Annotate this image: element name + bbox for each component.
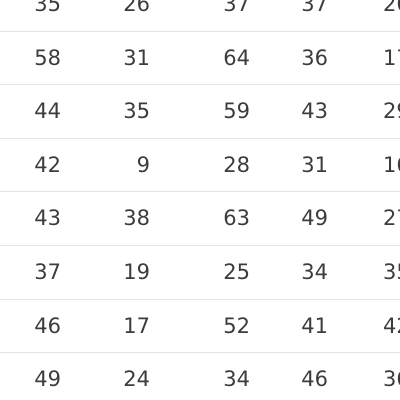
table-cell: 46 [301, 367, 328, 392]
table-cell: 37 [223, 0, 250, 16]
table-cell: 63 [223, 206, 250, 231]
table-cell: 42 [383, 313, 400, 338]
table-cell: 46 [34, 313, 61, 338]
table-cell: 38 [123, 206, 150, 231]
table-viewport[interactable]: 3526373726583164361744355943294292831164… [0, 0, 400, 400]
table-row: 43 38 63 49 27 [0, 192, 400, 246]
table-cell: 31 [301, 152, 328, 177]
table-row: 42 9 28 31 16 [0, 139, 400, 193]
table-cell: 24 [123, 367, 150, 392]
table-row: 35 26 37 37 26 [0, 0, 400, 32]
table-cell: 41 [301, 313, 328, 338]
table-cell: 52 [223, 313, 250, 338]
table-row: 37 19 25 34 35 [0, 246, 400, 300]
table-cell: 26 [123, 0, 150, 16]
table-cell: 49 [301, 206, 328, 231]
table-cell: 43 [301, 99, 328, 124]
table-cell: 25 [223, 259, 250, 284]
table-cell: 27 [383, 206, 400, 231]
table-row: 49 24 34 46 36 [0, 353, 400, 400]
table-cell: 16 [383, 152, 400, 177]
table-cell: 35 [123, 99, 150, 124]
table-cell: 19 [123, 259, 150, 284]
table-cell: 42 [34, 152, 61, 177]
table-cell: 17 [383, 45, 400, 70]
table-cell: 49 [34, 367, 61, 392]
table-cell: 44 [34, 99, 61, 124]
table-row: 46 17 52 41 42 [0, 300, 400, 354]
table-cell: 17 [123, 313, 150, 338]
table-cell: 43 [34, 206, 61, 231]
table-cell: 37 [34, 259, 61, 284]
table-cell: 26 [383, 0, 400, 16]
table-cell: 58 [34, 45, 61, 70]
table-cell: 28 [223, 152, 250, 177]
table-cell: 36 [301, 45, 328, 70]
table-cell: 36 [383, 367, 400, 392]
table-cell: 64 [223, 45, 250, 70]
table-cell: 34 [223, 367, 250, 392]
table-cell: 37 [301, 0, 328, 16]
table-cell: 35 [34, 0, 61, 16]
table-cell: 34 [301, 259, 328, 284]
table-cell: 9 [136, 152, 150, 177]
table-cell: 31 [123, 45, 150, 70]
table-cell: 29 [383, 99, 400, 124]
table-row: 44 35 59 43 29 [0, 85, 400, 139]
table-cell: 59 [223, 99, 250, 124]
data-table: 3526373726583164361744355943294292831164… [0, 0, 400, 400]
table-cell: 35 [383, 259, 400, 284]
table-row: 58 31 64 36 17 [0, 32, 400, 86]
